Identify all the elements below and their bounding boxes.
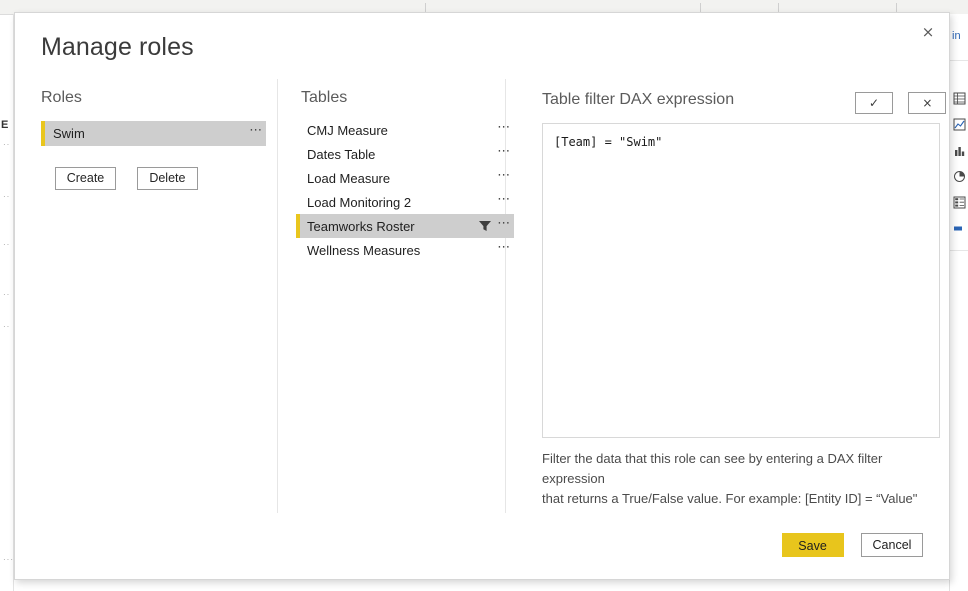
pane-divider [950,250,968,251]
table-name-label: Load Measure [307,170,391,186]
visualizations-pane-title: in [952,30,961,42]
pie-chart-visual-icon[interactable] [953,170,966,183]
role-list-item-swim[interactable]: Swim ⋯ [41,121,266,146]
close-icon: × [921,22,935,41]
manage-roles-dialog: × Manage roles Roles Swim ⋯ Create Delet… [14,12,950,580]
column-divider [277,79,278,513]
table-more-options-icon[interactable]: ⋯ [494,169,514,185]
slicer-visual-icon[interactable] [953,222,966,235]
roles-button-row: Create Delete [55,167,198,190]
field-handle-dots: ·· [3,192,11,201]
cancel-button[interactable]: Cancel [861,533,923,557]
line-chart-visual-icon[interactable] [953,118,966,131]
table-more-options-icon[interactable]: ⋯ [494,145,514,161]
dax-help-line-1: Filter the data that this role can see b… [542,451,883,486]
chevron-down-icon[interactable] [956,306,963,313]
table-more-options-icon[interactable]: ⋯ [494,121,514,137]
table-name-label: Dates Table [307,146,376,162]
close-icon: × [922,96,933,110]
dax-expression-editor[interactable]: [Team] = "Swim" [542,123,940,438]
field-handle-dots: ··· [3,555,14,564]
roles-heading: Roles [41,89,82,106]
table-more-options-icon[interactable]: ⋯ [494,217,514,233]
dialog-footer: Save Cancel [781,533,923,557]
role-name-label: Swim [53,126,85,141]
field-handle-dots: ·· [3,290,11,299]
save-button[interactable]: Save [781,533,844,557]
table-list-item[interactable]: Wellness Measures ⋯ [296,238,514,262]
accept-dax-button[interactable]: ✓ [855,92,893,114]
table-visual-icon[interactable] [953,92,966,105]
app-root: E ·· ·· ·· ·· ·· ··· in × Manage roles R… [0,0,968,591]
dax-expression-heading: Table filter DAX expression [542,91,735,108]
chevron-down-icon[interactable] [956,286,963,293]
dax-help-line-2: that returns a True/False value. For exa… [542,491,918,506]
revert-dax-button[interactable]: × [908,92,947,114]
role-more-options-icon[interactable]: ⋯ [246,124,266,140]
checkmark-icon: ✓ [868,96,880,110]
field-handle-dots: ·· [3,322,11,331]
field-handle-dots: ·· [3,140,11,149]
close-button[interactable]: × [911,17,945,47]
table-more-options-icon[interactable]: ⋯ [494,193,514,209]
dialog-title: Manage roles [41,33,194,61]
dax-expression-text: [Team] = "Swim" [554,135,663,149]
table-more-options-icon[interactable]: ⋯ [494,241,514,257]
table-name-label: Teamworks Roster [307,218,415,234]
bar-chart-visual-icon[interactable] [953,144,966,157]
table-list-item-teamworks-roster[interactable]: Teamworks Roster ⋯ [296,214,514,238]
field-handle-dots: ·· [3,240,11,249]
delete-role-button[interactable]: Delete [136,167,198,190]
visualizations-pane[interactable]: in [949,14,968,591]
table-name-label: Wellness Measures [307,242,421,258]
table-list-item[interactable]: Dates Table ⋯ [296,142,514,166]
table-list-item[interactable]: Load Measure ⋯ [296,166,514,190]
table-list-item[interactable]: CMJ Measure ⋯ [296,118,514,142]
table-name-label: Load Monitoring 2 [307,194,412,210]
create-role-button[interactable]: Create [55,167,116,190]
tables-list: CMJ Measure ⋯ Dates Table ⋯ Load Measure… [296,118,514,262]
dax-action-buttons: ✓ × [855,92,947,114]
table-list-item[interactable]: Load Monitoring 2 ⋯ [296,190,514,214]
chevron-down-icon[interactable] [956,70,963,77]
pane-divider [950,60,968,61]
matrix-visual-icon[interactable] [953,196,966,209]
dax-help-text: Filter the data that this role can see b… [542,449,942,509]
table-name-label: CMJ Measure [307,122,388,138]
filter-icon [477,219,493,233]
background-left-label: E [1,119,9,131]
tables-heading: Tables [301,89,348,106]
